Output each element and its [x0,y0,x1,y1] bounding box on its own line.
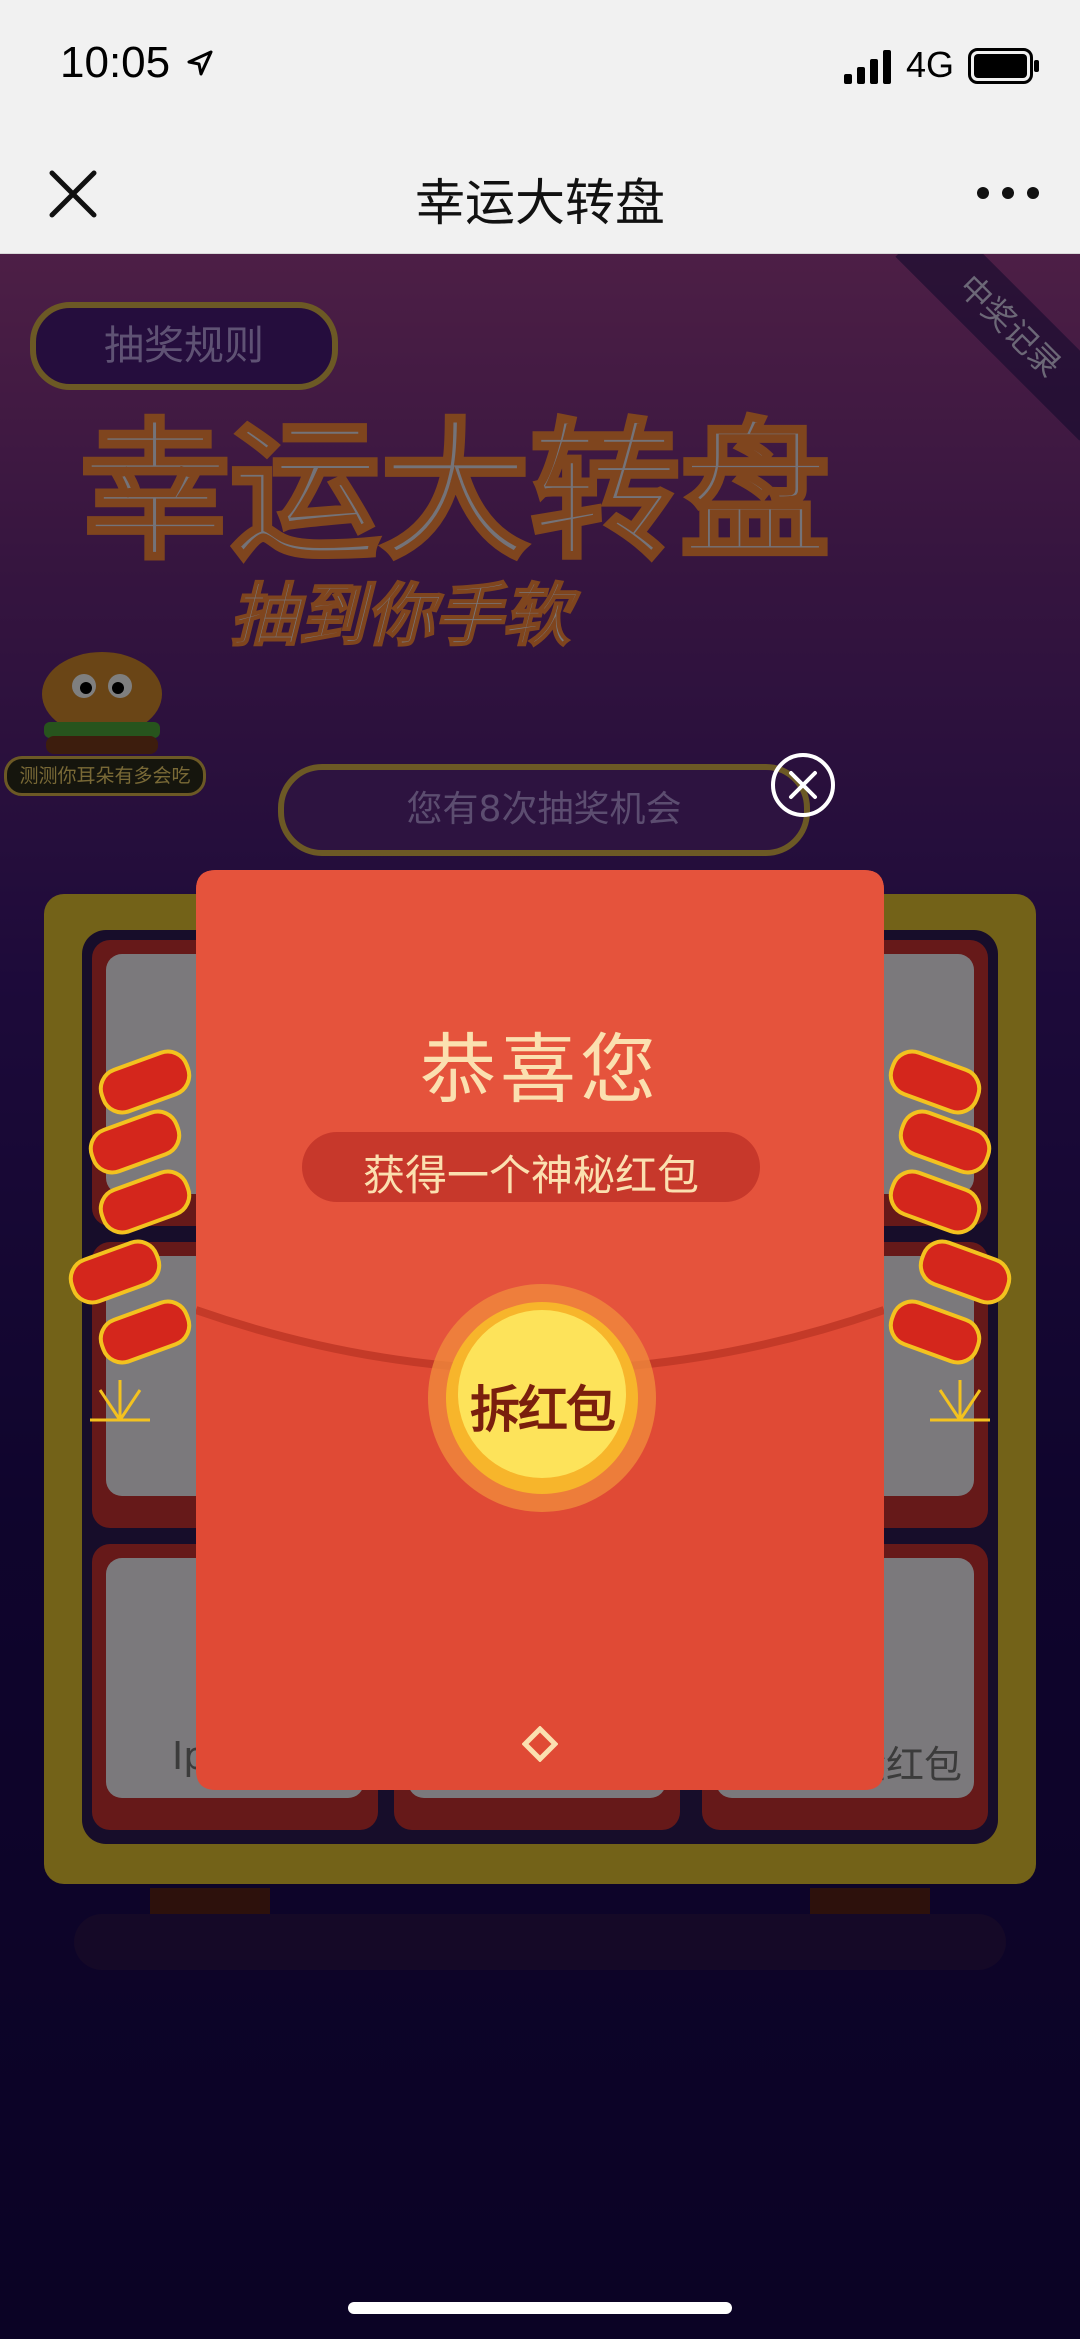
firecracker-right-icon [888,1049,1012,1422]
status-time: 10:05 [60,38,171,87]
battery-icon [968,48,1039,84]
diamond-icon [522,1726,558,1762]
page-title: 幸运大转盘 [415,174,665,232]
open-envelope-label[interactable]: 拆红包 [426,1370,658,1442]
location-arrow-icon [187,50,213,76]
modal-subtitle: 获得一个神秘红包 [362,1151,699,1200]
signal-icon [844,50,891,84]
home-indicator[interactable] [348,2302,732,2314]
nav-bar: 幸运大转盘 [0,135,1080,254]
network-type: 4G [906,44,955,85]
more-icon[interactable] [975,183,1041,203]
modal-title: 恭喜您 [420,1025,660,1114]
status-bar: 10:05 4G [0,0,1080,135]
modal-close-icon[interactable] [770,752,836,818]
